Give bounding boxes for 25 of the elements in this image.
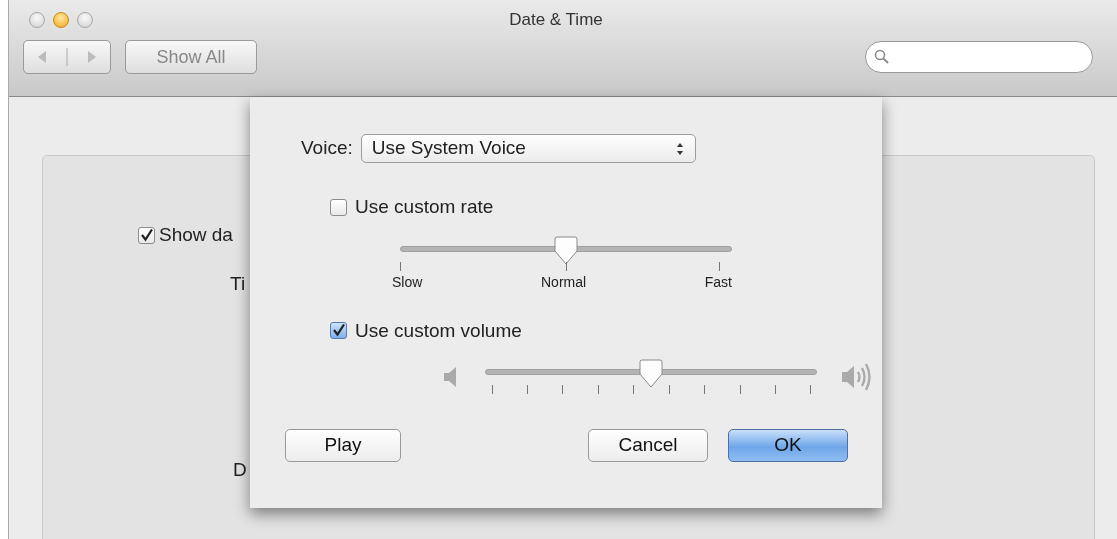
checkbox[interactable] [330, 198, 347, 216]
slider-thumb[interactable] [638, 359, 664, 389]
search-icon [874, 49, 890, 65]
scale-label: Slow [392, 272, 423, 292]
checkbox-label: Use custom volume [355, 318, 522, 343]
ok-button[interactable]: OK [728, 429, 848, 462]
checkbox-label: Show da [159, 223, 233, 247]
field-label: D [233, 458, 247, 482]
scale-label: Normal [541, 272, 587, 292]
voice-popup[interactable]: Use System Voice [360, 134, 696, 163]
field-label: Ti [230, 272, 246, 296]
push-button[interactable]: Cancel [588, 429, 708, 462]
checkbox[interactable] [330, 322, 347, 340]
slider-thumb[interactable] [553, 235, 579, 266]
window-control-button[interactable] [77, 12, 93, 28]
window-control-button[interactable] [29, 12, 45, 28]
search-field[interactable] [865, 41, 1093, 73]
window-control-button[interactable] [53, 12, 69, 28]
checkbox-label: Use custom rate [355, 195, 494, 219]
window-title: Date & Time [508, 9, 604, 32]
back-forward-button[interactable] [23, 40, 111, 74]
checkbox[interactable] [138, 226, 155, 244]
voice-label: Voice: [301, 136, 353, 161]
scale-label: Fast [704, 272, 732, 292]
push-button[interactable]: Play [285, 429, 401, 462]
